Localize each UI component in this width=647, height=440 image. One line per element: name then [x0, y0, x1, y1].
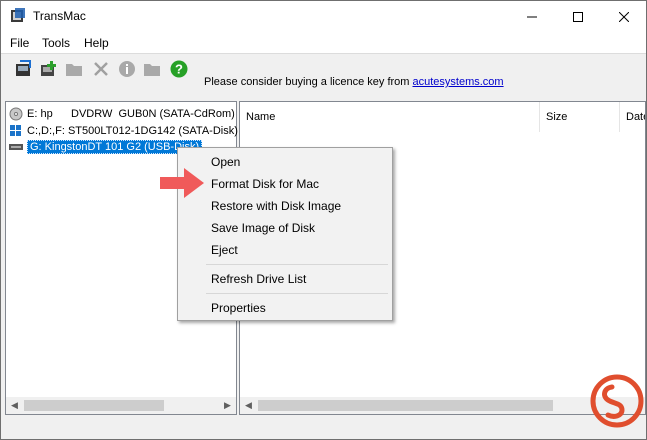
drive-item-usb[interactable]: G: KingstonDT 101 G2 (USB-Disk) — [8, 139, 203, 155]
drive-item-cdrom[interactable]: E: hp DVDRW GUB0N (SATA-CdRom) — [8, 106, 235, 122]
column-header-name[interactable]: Name — [240, 102, 540, 132]
drive-label: E: hp DVDRW GUB0N (SATA-CdRom) — [27, 108, 235, 120]
close-button[interactable] — [601, 1, 647, 33]
info-icon — [117, 59, 137, 79]
new-image-icon[interactable] — [38, 59, 58, 79]
menu-item-eject[interactable]: Eject — [180, 239, 390, 261]
file-list-horizontal-scrollbar[interactable]: ◀ — [240, 397, 645, 414]
svg-text:?: ? — [175, 62, 183, 77]
menu-item-format-disk-for-mac[interactable]: Format Disk for Mac — [180, 173, 390, 195]
menu-item-refresh-drive-list[interactable]: Refresh Drive List — [180, 268, 390, 290]
menu-item-save-image-of-disk[interactable]: Save Image of Disk — [180, 217, 390, 239]
toolbar: ? Please consider buying a licence key f… — [1, 53, 646, 99]
new-folder-icon — [142, 59, 162, 79]
scroll-right-arrow-icon[interactable]: ▶ — [219, 397, 236, 414]
maximize-button[interactable] — [555, 1, 601, 33]
scroll-left-arrow-icon[interactable]: ◀ — [6, 397, 23, 414]
menu-item-open[interactable]: Open — [180, 151, 390, 173]
delete-icon — [91, 59, 111, 79]
usb-drive-icon — [8, 140, 24, 154]
title-bar[interactable]: TransMac — [1, 1, 646, 33]
watermark-logo-icon — [590, 374, 644, 436]
menu-item-restore-with-disk-image[interactable]: Restore with Disk Image — [180, 195, 390, 217]
drive-context-menu: Open Format Disk for Mac Restore with Di… — [177, 147, 393, 321]
left-pane-horizontal-scrollbar[interactable]: ◀ ▶ — [6, 397, 236, 414]
transmac-app-icon — [10, 8, 26, 24]
menu-separator — [206, 293, 388, 294]
column-header-size[interactable]: Size — [540, 102, 620, 132]
licence-notice: Please consider buying a licence key fro… — [204, 76, 504, 88]
menu-help[interactable]: Help — [84, 36, 109, 50]
status-bar — [1, 417, 646, 439]
drive-label: G: KingstonDT 101 G2 (USB-Disk) — [27, 140, 203, 154]
scroll-left-arrow-icon[interactable]: ◀ — [240, 397, 257, 414]
cdrom-drive-icon — [8, 107, 24, 121]
drive-label: C:,D:,F: ST500LT012-1DG142 (SATA-Disk) — [27, 125, 238, 137]
annotation-arrow-icon — [158, 166, 206, 200]
licence-notice-text: Please consider buying a licence key fro… — [204, 76, 413, 88]
menu-separator — [206, 264, 388, 265]
folder-icon — [64, 59, 84, 79]
menu-bar: File Tools Help — [1, 33, 646, 53]
licence-link[interactable]: acutesystems.com — [413, 76, 504, 88]
help-icon[interactable]: ? — [169, 59, 189, 79]
menu-item-properties[interactable]: Properties — [180, 297, 390, 319]
open-disk-icon[interactable] — [14, 59, 34, 79]
windows-drive-icon — [8, 124, 24, 138]
scroll-thumb[interactable] — [258, 400, 553, 411]
scroll-thumb[interactable] — [24, 400, 164, 411]
minimize-button[interactable] — [509, 1, 555, 33]
menu-tools[interactable]: Tools — [42, 36, 70, 50]
menu-file[interactable]: File — [10, 36, 29, 50]
drive-item-system-disk[interactable]: C:,D:,F: ST500LT012-1DG142 (SATA-Disk) — [8, 123, 238, 139]
column-header-date[interactable]: Date — [620, 102, 645, 132]
window-title: TransMac — [33, 9, 86, 23]
